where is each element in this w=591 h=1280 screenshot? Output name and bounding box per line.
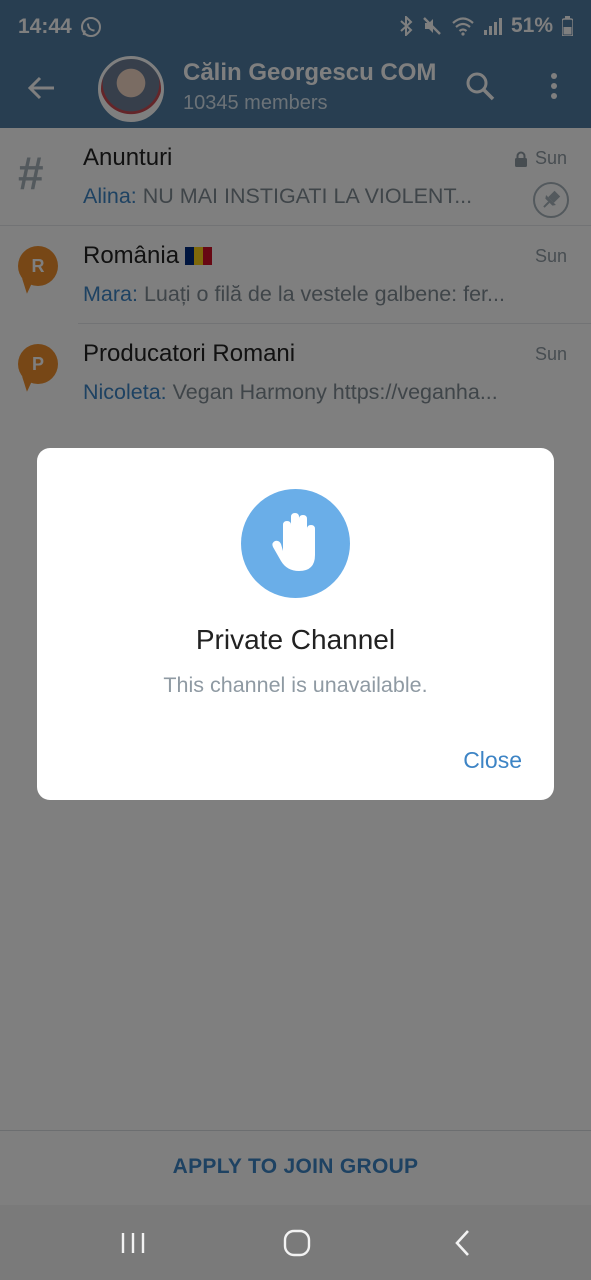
private-channel-dialog: Private Channel This channel is unavaila… — [37, 448, 554, 800]
raised-hand-icon — [241, 489, 350, 598]
dialog-title: Private Channel — [195, 624, 396, 655]
system-nav-bar — [0, 1205, 591, 1280]
recents-icon[interactable] — [115, 1227, 151, 1259]
home-icon[interactable] — [279, 1227, 315, 1259]
close-button[interactable]: Close — [463, 747, 522, 774]
dialog-subtitle: This channel is unavailable. — [163, 673, 428, 697]
back-nav-icon[interactable] — [446, 1227, 482, 1259]
